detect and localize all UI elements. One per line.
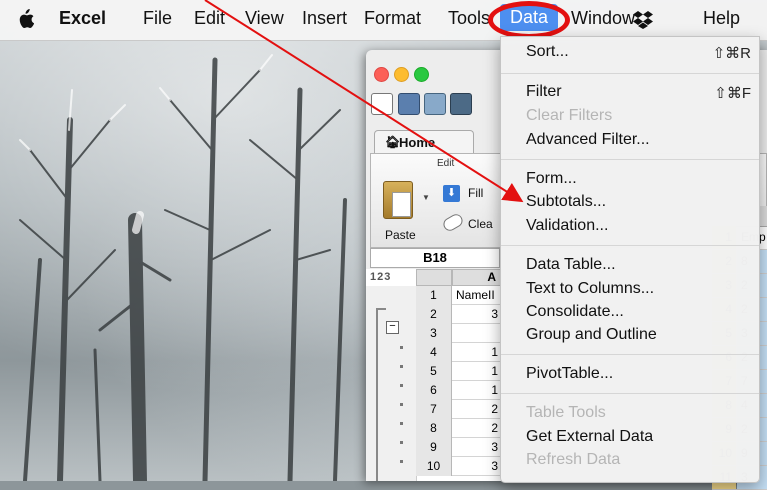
menu-item-validation[interactable]: Validation... (526, 217, 608, 235)
paste-options-chevron-icon[interactable]: ▼ (422, 193, 430, 202)
outline-dot (400, 346, 403, 349)
outline-dot (400, 365, 403, 368)
menu-excel[interactable]: Excel (59, 8, 106, 29)
open-file-icon[interactable] (424, 93, 446, 115)
row-header[interactable]: 1 (416, 286, 452, 305)
template-gallery-icon[interactable] (398, 93, 420, 115)
cell-a[interactable]: 3 (453, 438, 501, 457)
select-all-corner[interactable] (416, 269, 452, 286)
menu-item-get-external-data[interactable]: Get External Data (526, 428, 653, 446)
menu-tools[interactable]: Tools (448, 8, 490, 29)
menu-window[interactable]: Window (571, 8, 635, 29)
menu-separator (501, 393, 759, 394)
row-header[interactable]: 8 (416, 419, 452, 438)
row-header[interactable]: 2 (416, 305, 452, 324)
menu-item-pivot-table[interactable]: PivotTable... (526, 365, 613, 383)
clear-button-label[interactable]: Clea (468, 217, 493, 231)
highlight-circle-annotation (488, 1, 570, 39)
dropbox-icon[interactable] (633, 9, 653, 34)
sort-shortcut: ⇧⌘R (712, 45, 751, 62)
menu-item-filter[interactable]: Filter (526, 83, 562, 101)
menu-separator (501, 354, 759, 355)
outline-dot (400, 384, 403, 387)
outline-bracket (376, 308, 386, 481)
cell-a[interactable]: 3 (453, 457, 501, 476)
collapse-group-button[interactable]: − (386, 321, 399, 334)
cell-a[interactable]: 1 (453, 343, 501, 362)
menu-file[interactable]: File (143, 8, 172, 29)
paste-button-label[interactable]: Paste (385, 228, 416, 242)
row-header[interactable]: 4 (416, 343, 452, 362)
eraser-icon[interactable] (441, 211, 465, 234)
outline-dot (400, 403, 403, 406)
row-header[interactable]: 9 (416, 438, 452, 457)
home-icon: 🏠︎ (385, 135, 401, 149)
paste-icon[interactable] (383, 181, 413, 219)
menu-item-text-to-columns[interactable]: Text to Columns... (526, 280, 654, 298)
menu-item-clear-filters: Clear Filters (526, 107, 613, 124)
outline-gutter: − (366, 286, 417, 481)
cell-a[interactable] (453, 324, 501, 343)
cell-a[interactable]: 3 (453, 305, 501, 324)
menu-item-consolidate[interactable]: Consolidate... (526, 303, 624, 321)
cell-a[interactable]: 1 (453, 381, 501, 400)
edit-group-label: Edit (437, 158, 455, 169)
menu-separator (501, 245, 759, 246)
menu-edit[interactable]: Edit (194, 8, 225, 29)
close-window-button[interactable] (374, 67, 389, 82)
minimize-window-button[interactable] (394, 67, 409, 82)
zoom-window-button[interactable] (414, 67, 429, 82)
outline-dot (400, 460, 403, 463)
menu-item-advanced-filter[interactable]: Advanced Filter... (526, 131, 650, 149)
menu-item-subtotals[interactable]: Subtotals... (526, 193, 606, 211)
menu-format[interactable]: Format (364, 8, 421, 29)
menu-separator (501, 159, 759, 160)
menu-separator (501, 73, 759, 74)
cell-a[interactable]: 1 (453, 362, 501, 381)
menu-bar: Excel File Edit View Insert Format Tools… (0, 0, 767, 41)
row-header[interactable]: 10 (416, 457, 452, 476)
cell-a[interactable]: NameII (453, 286, 504, 305)
fill-down-icon[interactable]: ⬇ (443, 185, 460, 202)
row-header[interactable]: 6 (416, 381, 452, 400)
cell-a[interactable]: 2 (453, 400, 501, 419)
filter-shortcut: ⇧⌘F (714, 85, 751, 102)
menu-item-sort[interactable]: Sort... (526, 43, 569, 61)
menu-item-table-tools: Table Tools (526, 404, 606, 421)
outline-dot (400, 441, 403, 444)
menu-item-group-and-outline[interactable]: Group and Outline (526, 326, 657, 344)
fill-button-label[interactable]: Fill (468, 186, 483, 200)
row-header[interactable]: 7 (416, 400, 452, 419)
row-header[interactable]: 5 (416, 362, 452, 381)
save-icon[interactable] (450, 93, 472, 115)
apple-logo-icon[interactable] (16, 9, 35, 34)
menu-item-data-table[interactable]: Data Table... (526, 256, 616, 274)
tab-home-label: Home (399, 135, 436, 150)
name-box[interactable]: B18 (370, 248, 500, 268)
cell-a[interactable]: 2 (453, 419, 501, 438)
outline-dot (400, 422, 403, 425)
menu-item-form[interactable]: Form... (526, 170, 577, 188)
menu-help[interactable]: Help (703, 8, 740, 29)
menu-item-refresh-data: Refresh Data (526, 451, 621, 468)
menu-insert[interactable]: Insert (302, 8, 347, 29)
new-workbook-icon[interactable] (371, 93, 393, 115)
row-header[interactable]: 3 (416, 324, 452, 343)
data-dropdown-menu: Sort... ⇧⌘R Filter ⇧⌘F Clear Filters Adv… (500, 36, 760, 483)
menu-view[interactable]: View (245, 8, 284, 29)
column-header-a[interactable]: A (452, 269, 502, 286)
outline-level-buttons[interactable]: 123 (370, 271, 415, 286)
tab-home[interactable]: 🏠︎ Home (374, 130, 474, 154)
